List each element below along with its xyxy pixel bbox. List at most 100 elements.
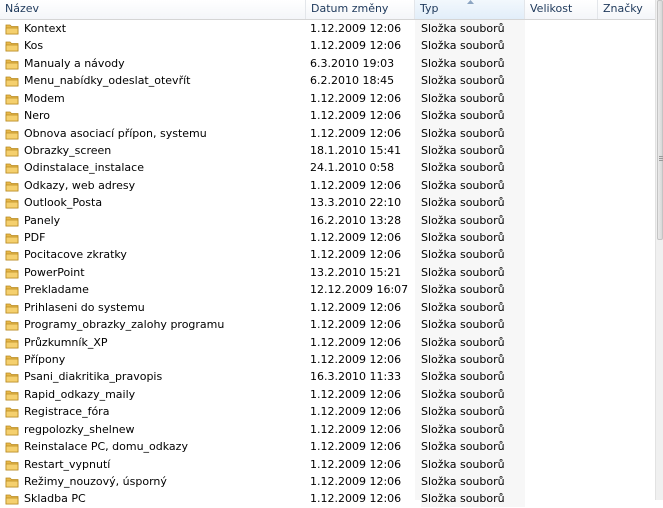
item-name: regpolozky_shelnew — [24, 422, 135, 436]
item-date: 1.12.2009 12:06 — [310, 492, 402, 506]
column-header-type[interactable]: Typ — [415, 0, 525, 19]
column-header-tags[interactable]: Značky — [598, 0, 655, 19]
item-name: PowerPoint — [24, 265, 85, 279]
item-type: Složka souborů — [421, 211, 525, 229]
list-item[interactable]: Prihlaseni do systemu 1.12.2009 12:06 Slož… — [0, 298, 655, 316]
item-date: 1.12.2009 12:06 — [310, 457, 402, 471]
item-name: Průzkumník_XP — [24, 335, 108, 349]
list-item[interactable]: Kos 1.12.2009 12:06 Složka souborů — [0, 37, 655, 55]
scrollbar-thumb[interactable] — [657, 0, 663, 240]
item-date: 1.12.2009 12:06 — [310, 387, 402, 401]
folder-icon — [5, 197, 19, 209]
item-name: Panely — [24, 213, 61, 227]
list-item[interactable]: Psani_diakritika_pravopis 16.3.2010 11:33… — [0, 368, 655, 386]
item-name: Modem — [24, 91, 65, 105]
list-item[interactable]: regpolozky_shelnew 1.12.2009 12:06 Složka … — [0, 420, 655, 438]
folder-icon — [5, 476, 19, 488]
item-date: 1.12.2009 12:06 — [310, 126, 402, 140]
list-item[interactable]: Skladba PC 1.12.2009 12:06 Složka souborů — [0, 490, 655, 508]
item-date: 12.12.2009 16:07 — [310, 283, 409, 297]
item-name: Nero — [24, 109, 51, 123]
item-name: Kos — [24, 39, 44, 53]
item-name: Rapid_odkazy_maily — [24, 387, 136, 401]
item-type: Složka souborů — [421, 72, 525, 90]
column-header-bar: Název Datum změny Typ Velikost Značky — [0, 0, 655, 20]
item-type: Složka souborů — [421, 281, 525, 299]
folder-icon — [5, 337, 19, 349]
list-item[interactable]: Registrace_fóra 1.12.2009 12:06 Složka sou… — [0, 403, 655, 421]
list-item[interactable]: PowerPoint 13.2.2010 15:21 Složka souborů — [0, 263, 655, 281]
folder-icon — [5, 58, 19, 70]
item-date: 16.3.2010 11:33 — [310, 370, 402, 384]
list-item[interactable]: PDF 1.12.2009 12:06 Složka souborů — [0, 229, 655, 247]
folder-icon — [5, 75, 19, 87]
item-name: Psani_diakritika_pravopis — [24, 370, 163, 384]
column-header-size[interactable]: Velikost — [525, 0, 598, 19]
item-date: 18.1.2010 15:41 — [310, 143, 402, 157]
folder-icon — [5, 40, 19, 52]
item-type: Složka souborů — [421, 229, 525, 247]
item-name: Odkazy, web adresy — [24, 178, 136, 192]
item-type: Složka souborů — [421, 420, 525, 438]
item-date: 1.12.2009 12:06 — [310, 109, 402, 123]
item-date: 1.12.2009 12:06 — [310, 231, 402, 245]
list-item[interactable]: Pocitacove zkratky 1.12.2009 12:06 Složka … — [0, 246, 655, 264]
item-date: 16.2.2010 13:28 — [310, 213, 402, 227]
item-date: 6.3.2010 19:03 — [310, 56, 395, 70]
item-type: Složka souborů — [421, 194, 525, 212]
item-date: 1.12.2009 12:06 — [310, 405, 402, 419]
list-item[interactable]: Režimy_nouzový, úsporný 1.12.2009 12:06 Sl… — [0, 472, 655, 490]
column-header-type-label: Typ — [420, 2, 439, 15]
item-date: 1.12.2009 12:06 — [310, 440, 402, 454]
item-type: Složka souborů — [421, 107, 525, 125]
folder-icon — [5, 371, 19, 383]
list-item[interactable]: Nero 1.12.2009 12:06 Složka souborů — [0, 107, 655, 125]
folder-icon — [5, 215, 19, 227]
item-date: 1.12.2009 12:06 — [310, 91, 402, 105]
list-item[interactable]: Průzkumník_XP 1.12.2009 12:06 Složka soubo… — [0, 333, 655, 351]
item-date: 1.12.2009 12:06 — [310, 335, 402, 349]
list-item[interactable]: Panely 16.2.2010 13:28 Složka souborů — [0, 211, 655, 229]
list-item[interactable]: Outlook_Posta 13.3.2010 22:10 Složka soubo… — [0, 194, 655, 212]
list-item[interactable]: Restart_vypnutí 1.12.2009 12:06 Složka sou… — [0, 455, 655, 473]
item-type: Složka souborů — [421, 438, 525, 456]
list-item[interactable]: Odkazy, web adresy 1.12.2009 12:06 Složka … — [0, 176, 655, 194]
list-item[interactable]: Obrazky_screen 18.1.2010 15:41 Složka soub… — [0, 141, 655, 159]
item-type: Složka souborů — [421, 316, 525, 334]
list-item[interactable]: Přípony 1.12.2009 12:06 Složka souborů — [0, 351, 655, 369]
list-item[interactable]: Manualy a návody 6.3.2010 19:03 Složka sou… — [0, 54, 655, 72]
column-header-size-label: Velikost — [530, 2, 573, 15]
vertical-scrollbar[interactable] — [655, 0, 663, 500]
item-type: Složka souborů — [421, 89, 525, 107]
item-name: Odinstalace_instalace — [24, 161, 144, 175]
item-type: Složka souborů — [421, 37, 525, 55]
scrollbar-grip — [659, 156, 663, 157]
item-name: Manualy a návody — [24, 56, 125, 70]
item-type: Složka souborů — [421, 368, 525, 386]
item-date: 1.12.2009 12:06 — [310, 248, 402, 262]
item-name: Skladba PC — [24, 492, 86, 506]
column-header-date-label: Datum změny — [311, 2, 389, 15]
sort-ascending-icon — [466, 0, 474, 4]
folder-icon — [5, 441, 19, 453]
list-item[interactable]: Programy_obrazky_zalohy programu 1.12.200… — [0, 316, 655, 334]
file-list: Kontext 1.12.2009 12:06 Složka souborů Kos 1… — [0, 20, 655, 508]
list-item[interactable]: Odinstalace_instalace 24.1.2010 0:58 Složk… — [0, 159, 655, 177]
list-item[interactable]: Obnova asociací přípon, systemu 1.12.2009… — [0, 124, 655, 142]
item-type: Složka souborů — [421, 351, 525, 369]
folder-icon — [5, 459, 19, 471]
item-date: 13.2.2010 15:21 — [310, 265, 402, 279]
list-item[interactable]: Kontext 1.12.2009 12:06 Složka souborů — [0, 20, 655, 37]
list-item[interactable]: Reinstalace PC, domu_odkazy 1.12.2009 12:… — [0, 438, 655, 456]
list-item[interactable]: Menu_nabídky_odeslat_otevřít 6.2.2010 18:… — [0, 72, 655, 90]
folder-icon — [5, 162, 19, 174]
column-header-name[interactable]: Název — [0, 0, 306, 19]
folder-icon — [5, 319, 19, 331]
list-item[interactable]: Prekladame 12.12.2009 16:07 Složka souborů — [0, 281, 655, 299]
column-header-date[interactable]: Datum změny — [306, 0, 415, 19]
list-item[interactable]: Rapid_odkazy_maily 1.12.2009 12:06 Složka … — [0, 385, 655, 403]
folder-icon — [5, 110, 19, 122]
item-date: 24.1.2010 0:58 — [310, 161, 395, 175]
item-name: Obrazky_screen — [24, 143, 112, 157]
list-item[interactable]: Modem 1.12.2009 12:06 Složka souborů — [0, 89, 655, 107]
